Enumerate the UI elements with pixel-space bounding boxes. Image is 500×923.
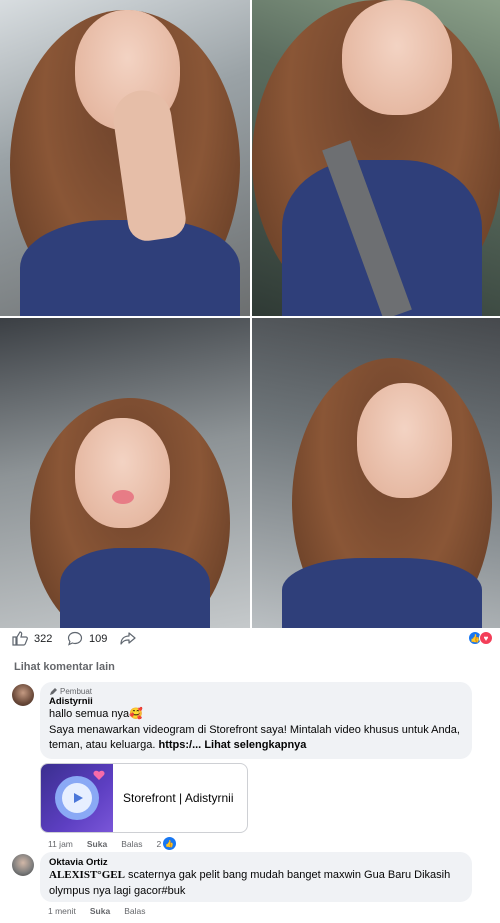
like-reaction-icon: 👍	[163, 837, 177, 850]
comment-text-line1: hallo semua nya🥰	[49, 708, 143, 720]
love-reaction-icon: ♥	[479, 631, 493, 645]
comment-like-button[interactable]: Suka	[90, 906, 110, 916]
comment-like-button[interactable]: Suka	[87, 839, 107, 849]
comment-bubble-oktavia: Oktavia Ortiz ALEXIST°GEL scaternya gak …	[40, 852, 472, 902]
comment-text-body: Saya menawarkan videogram di Storefront …	[49, 723, 460, 752]
see-more-link[interactable]: Lihat selengkapnya	[204, 739, 306, 751]
comment-reply-button[interactable]: Balas	[121, 839, 142, 849]
card-title: Storefront | Adistyrnii	[123, 791, 234, 805]
pencil-icon	[50, 687, 57, 695]
storefront-thumbnail	[41, 764, 113, 832]
photo-seatbelt-smile[interactable]	[252, 0, 500, 316]
storefront-link-card[interactable]: Storefront | Adistyrnii	[40, 763, 248, 833]
comment-icon	[67, 631, 83, 646]
comment-author[interactable]: Adistyrnii	[49, 696, 463, 707]
photo-wink[interactable]	[252, 318, 500, 628]
photo-grid	[0, 0, 500, 628]
like-action[interactable]: 322	[12, 631, 52, 646]
comment-meta-adistyrnii: 11 jam Suka Balas 2 👍	[48, 837, 177, 850]
post-action-bar: 322 109 👍 ♥	[0, 628, 500, 650]
avatar-adistyrnii[interactable]	[12, 684, 34, 706]
comment-time: 11 jam	[48, 838, 73, 849]
comment-author[interactable]: Oktavia Ortiz	[49, 857, 463, 868]
share-action[interactable]	[120, 631, 136, 646]
comment-bubble-adistyrnii: Pembuat Adistyrnii hallo semua nya🥰 Saya…	[40, 682, 472, 759]
comment-action[interactable]: 109	[67, 631, 107, 646]
comment-meta-oktavia: 1 menit Suka Balas	[48, 906, 145, 916]
share-icon	[120, 632, 136, 645]
comment-reaction-count[interactable]: 2 👍	[156, 837, 177, 850]
reaction-summary[interactable]: 👍 ♥	[468, 631, 493, 645]
photo-tongue-out[interactable]	[0, 318, 250, 628]
play-icon	[74, 793, 83, 803]
comment-bold-text: ALEXIST°GEL	[49, 869, 125, 881]
comment-link[interactable]: https:/...	[158, 739, 201, 751]
heart-icon	[93, 770, 105, 780]
comment-time: 1 menit	[48, 906, 76, 916]
avatar-oktavia-ortiz[interactable]	[12, 854, 34, 876]
comment-reply-button[interactable]: Balas	[124, 906, 145, 916]
photo-peace-sign[interactable]	[0, 0, 250, 316]
author-badge: Pembuat	[49, 687, 463, 696]
likes-count: 322	[34, 632, 53, 645]
comments-count: 109	[89, 632, 108, 645]
comment-text-body: ALEXIST°GEL scaternya gak pelit bang mud…	[49, 869, 451, 897]
thumbs-up-icon	[12, 631, 28, 646]
view-more-comments-link[interactable]: Lihat komentar lain	[14, 661, 115, 673]
